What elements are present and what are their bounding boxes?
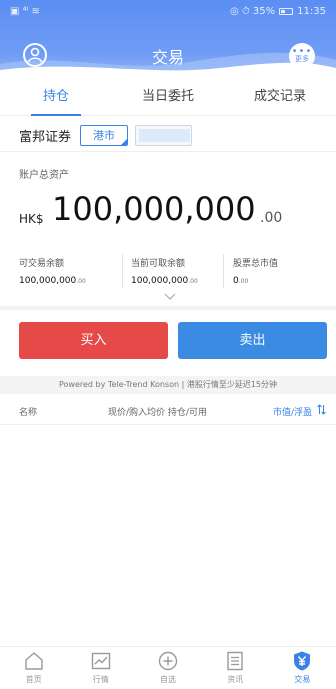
nav-news[interactable]: 资讯 bbox=[202, 647, 269, 689]
withdrawable-balance-value: 100,000,000.00 bbox=[131, 276, 198, 286]
total-assets-decimal: .00 bbox=[260, 210, 283, 226]
yen-shield-icon bbox=[294, 651, 311, 671]
chevron-down-icon[interactable] bbox=[164, 293, 176, 301]
bottom-nav: 首页 行情 自选 资讯 交易 bbox=[0, 646, 336, 689]
column-price: 现价/购入均价 bbox=[108, 408, 166, 418]
sort-icon[interactable] bbox=[317, 404, 326, 415]
total-assets-currency: HK$ bbox=[19, 212, 44, 226]
nav-home[interactable]: 首页 bbox=[0, 647, 67, 689]
balance-divider bbox=[223, 254, 224, 288]
stock-value-label: 股票总市值 bbox=[233, 259, 279, 269]
market-selector[interactable]: 港市 bbox=[80, 125, 128, 146]
broker-row: 富邦证券 港市 bbox=[0, 118, 336, 152]
more-label: 更多 bbox=[295, 54, 309, 63]
broker-name: 富邦证券 bbox=[19, 130, 72, 145]
buy-button[interactable]: 买入 bbox=[19, 322, 168, 359]
home-icon bbox=[24, 652, 43, 670]
nav-trade-label: 交易 bbox=[294, 675, 311, 684]
tab-today-orders[interactable]: 当日委托 bbox=[112, 80, 224, 115]
account-masked bbox=[139, 129, 190, 142]
tab-trade-records[interactable]: 成交记录 bbox=[224, 80, 336, 115]
withdrawable-balance-label: 当前可取余额 bbox=[131, 259, 186, 269]
status-time: 11:35 bbox=[297, 5, 326, 17]
trade-tabs: 持仓 当日委托 成交记录 bbox=[0, 80, 336, 116]
nav-watchlist[interactable]: 自选 bbox=[134, 647, 201, 689]
page-title: 交易 bbox=[151, 48, 184, 67]
withdrawable-balance-int: 100,000,000 bbox=[131, 276, 189, 286]
nav-home-label: 首页 bbox=[25, 675, 42, 684]
app-header: ▣ ⁴ˡ ≋ ◎ ⏱ 35% 11:35 交易 ••• 更多 bbox=[0, 0, 336, 76]
column-name: 名称 bbox=[19, 408, 38, 418]
sell-button[interactable]: 卖出 bbox=[178, 322, 327, 359]
holdings-header: 名称 现价/购入均价 持仓/可用 市值/浮盈 bbox=[0, 395, 336, 425]
nav-trade[interactable]: 交易 bbox=[269, 647, 336, 689]
balance-divider bbox=[122, 254, 123, 288]
total-assets-label: 账户总资产 bbox=[19, 170, 69, 181]
signal-icon: ▣ ⁴ˡ ≋ bbox=[10, 5, 40, 17]
nav-news-label: 资讯 bbox=[227, 675, 244, 684]
account-selector[interactable] bbox=[135, 125, 192, 146]
more-button[interactable]: ••• 更多 bbox=[289, 43, 315, 69]
status-bar: ▣ ⁴ˡ ≋ ◎ ⏱ 35% 11:35 bbox=[0, 0, 336, 22]
battery-icon bbox=[279, 7, 294, 15]
tradable-balance-label: 可交易余额 bbox=[19, 259, 65, 269]
stock-value-value: 0.00 bbox=[233, 276, 248, 286]
tradable-balance-int: 100,000,000 bbox=[19, 276, 77, 286]
nav-watchlist-label: 自选 bbox=[160, 675, 176, 684]
chip-corner-icon bbox=[121, 139, 127, 145]
column-price-position: 现价/购入均价 持仓/可用 bbox=[108, 405, 207, 418]
market-label: 港市 bbox=[93, 129, 115, 142]
column-position: 持仓/可用 bbox=[167, 408, 207, 418]
nav-market[interactable]: 行情 bbox=[67, 647, 134, 689]
column-market-value[interactable]: 市值/浮盈 bbox=[273, 405, 312, 418]
chart-icon bbox=[91, 652, 110, 670]
withdrawable-balance-dec: .00 bbox=[188, 278, 198, 285]
tradable-balance-dec: .00 bbox=[76, 278, 86, 285]
plus-circle-icon bbox=[158, 651, 178, 671]
status-indicators: ◎ ⏱ 35% bbox=[230, 5, 276, 17]
document-icon bbox=[227, 651, 243, 671]
tradable-balance-value: 100,000,000.00 bbox=[19, 276, 86, 286]
section-divider bbox=[0, 306, 336, 310]
tab-holdings[interactable]: 持仓 bbox=[0, 80, 112, 116]
powered-by-notice: Powered by Tele-Trend Konson | 港股行情至少延迟1… bbox=[0, 376, 336, 394]
total-assets-amount: 100,000,000 bbox=[52, 190, 256, 228]
stock-value-dec: .00 bbox=[238, 278, 249, 285]
nav-market-label: 行情 bbox=[92, 675, 109, 684]
